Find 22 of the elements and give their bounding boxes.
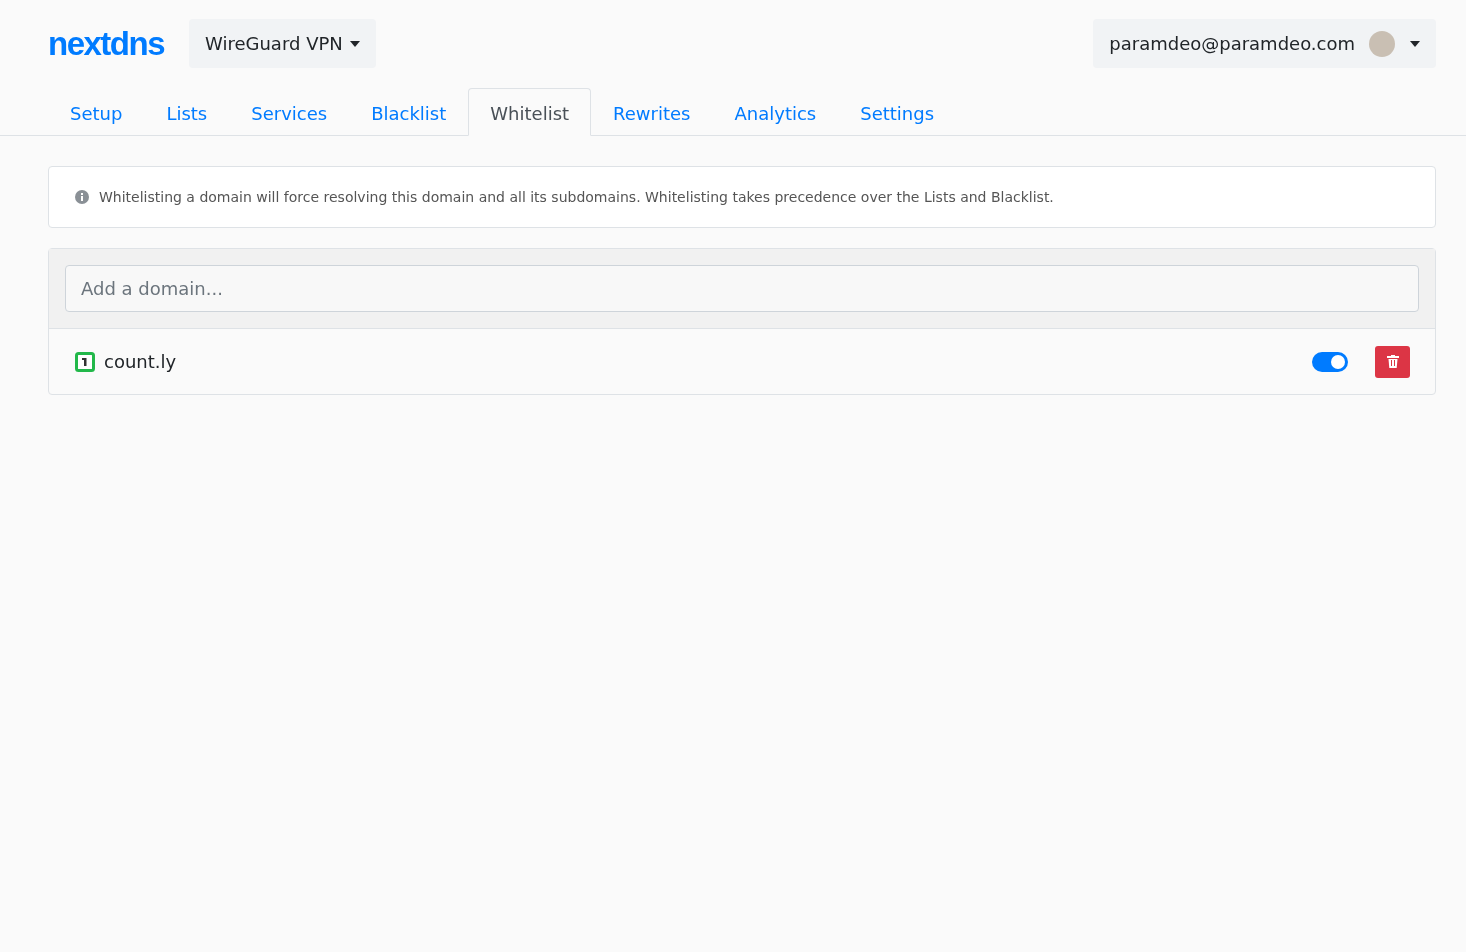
nav-tab[interactable]: Lists: [144, 88, 230, 136]
caret-icon: [349, 40, 360, 47]
caret-icon: [1410, 40, 1420, 47]
nav-tab[interactable]: Setup: [48, 88, 145, 136]
info-icon: [75, 190, 89, 204]
avatar-icon: [1369, 30, 1395, 57]
nav-tab[interactable]: Rewrites: [591, 88, 713, 136]
nextdns-logo: nextdns: [48, 24, 165, 63]
favicon-icon: [75, 351, 95, 372]
profile-dropdown[interactable]: WireGuard VPN: [189, 19, 376, 68]
nav-tab[interactable]: Services: [229, 88, 350, 136]
nav-tab[interactable]: Settings: [838, 88, 957, 136]
nav-tab[interactable]: Whitelist: [468, 88, 592, 136]
account-dropdown[interactable]: paramdeo@paramdeo.com: [1093, 19, 1436, 68]
add-domain-field[interactable]: Add a domain...: [65, 265, 1419, 312]
toggle-switch[interactable]: [1312, 351, 1348, 372]
domain-name: count.ly: [104, 351, 177, 372]
delete-button[interactable]: [1375, 345, 1410, 378]
info-text: Whitelisting a domain will force resolving this domain and all its subdomains. Whitelisting takes precedence over the Lists and Blacklist.: [99, 189, 1054, 205]
nav-tab[interactable]: Analytics: [712, 88, 839, 136]
nav-tab[interactable]: Blacklist: [349, 88, 469, 136]
trash-icon: [1386, 355, 1399, 368]
